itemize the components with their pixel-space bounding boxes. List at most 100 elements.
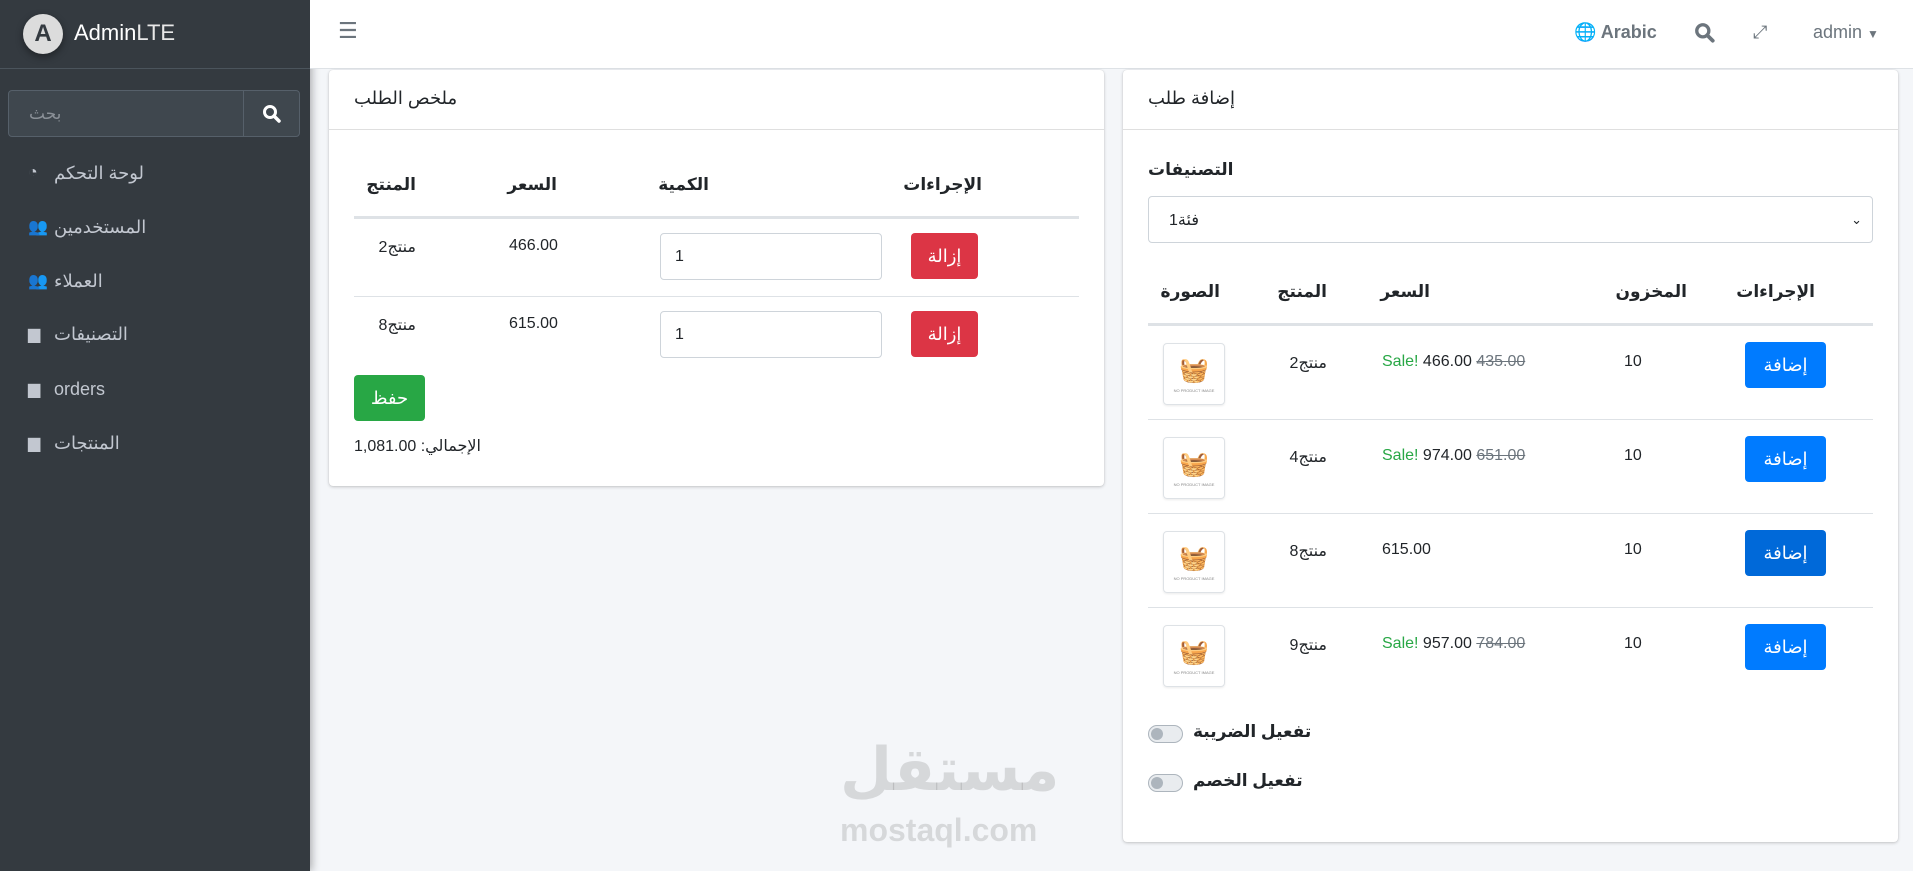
product-name: منتج2 xyxy=(378,239,416,256)
quantity-input[interactable]: 1 xyxy=(660,233,882,280)
quantity-input[interactable]: 1 xyxy=(660,311,882,358)
sidebar-item-orders[interactable]: ▆ orders xyxy=(8,367,302,411)
column-header: الإجراءات xyxy=(1736,282,1815,301)
column-header: السعر xyxy=(1380,282,1430,301)
add-product-button[interactable]: إضافة xyxy=(1745,342,1826,388)
product-image: 🧺 NO PRODUCT IMAGE xyxy=(1163,625,1225,687)
remove-button[interactable]: إزالة xyxy=(911,311,978,357)
language-dropdown[interactable]: 🌐 Arabic xyxy=(1574,22,1657,43)
basket-icon: 🧺 xyxy=(1179,544,1209,572)
users-icon: 👥 xyxy=(28,219,48,236)
stock: 10 xyxy=(1624,353,1642,370)
product-image: 🧺 NO PRODUCT IMAGE xyxy=(1163,437,1225,499)
card-header: ملخص الطلب xyxy=(329,70,1104,130)
sidebar-search xyxy=(8,90,300,137)
discount-toggle-label: تفعيل الخصم xyxy=(1193,771,1303,790)
stock: 10 xyxy=(1624,635,1642,652)
price-cell: Sale! 974.00 651.00 xyxy=(1382,447,1525,465)
sale-label: Sale! xyxy=(1382,447,1419,464)
expand-icon: ⤢ xyxy=(1753,22,1768,42)
sidebar-item-label: العملاء xyxy=(54,270,103,291)
table-row: 🧺 NO PRODUCT IMAGE منتج4 Sale! 974.00 651… xyxy=(1148,420,1873,513)
add-product-button[interactable]: إضافة xyxy=(1745,624,1826,670)
price: 615.00 xyxy=(1382,541,1431,558)
product-name: منتج9 xyxy=(1289,637,1327,654)
old-price: 435.00 xyxy=(1476,353,1526,370)
product-name: منتج2 xyxy=(1289,355,1327,372)
price: 615.00 xyxy=(509,315,558,332)
sidebar-item-categories[interactable]: ▆ التصنيفات xyxy=(8,312,302,356)
price-cell: Sale! 466.00 435.00 xyxy=(1382,353,1525,371)
remove-button[interactable]: إزالة xyxy=(911,233,978,279)
sidebar-item-label: المستخدمين xyxy=(54,216,147,237)
sidebar-item-label: لوحة التحكم xyxy=(54,162,145,183)
card-header: إضافة طلب xyxy=(1123,70,1898,130)
categories-label: التصنيفات xyxy=(1148,160,1234,179)
top-navbar: ☰ 🌐 Arabic ⤢ admin ▼ xyxy=(310,0,1913,69)
sale-label: Sale! xyxy=(1382,353,1419,370)
sidebar-item-dashboard[interactable]: ◔ لوحة التحكم xyxy=(8,151,302,195)
sale-label: Sale! xyxy=(1382,635,1419,652)
basket-icon: 🧺 xyxy=(1179,356,1209,384)
price-cell: Sale! 957.00 784.00 xyxy=(1382,635,1525,653)
add-product-button[interactable]: إضافة xyxy=(1745,436,1826,482)
product-image: 🧺 NO PRODUCT IMAGE xyxy=(1163,531,1225,593)
sidebar-search-input[interactable] xyxy=(9,91,245,136)
card-title: إضافة طلب xyxy=(1148,88,1235,108)
product-name: منتج4 xyxy=(1289,449,1327,466)
navbar-search-button[interactable] xyxy=(1694,22,1716,49)
category-select[interactable]: فئة1 ⌄ xyxy=(1148,196,1873,243)
tax-toggle-label: تفعيل الضريبة xyxy=(1193,722,1312,741)
basket-icon: 🧺 xyxy=(1179,450,1209,478)
sidebar-item-products[interactable]: ▆ المنتجات xyxy=(8,421,302,465)
price: 974.00 xyxy=(1422,447,1472,464)
old-price: 651.00 xyxy=(1476,447,1526,464)
card-title: ملخص الطلب xyxy=(354,88,458,108)
caret-down-icon: ▼ xyxy=(1867,27,1879,41)
column-header: السعر xyxy=(507,175,557,194)
sidebar: A AdminLTE ◔ لوحة التحكم 👥 المستخدمين 👥 الع… xyxy=(0,0,310,871)
add-order-card: إضافة طلب التصنيفات فئة1 ⌄ الصورة المنتج … xyxy=(1123,70,1898,842)
column-header: المنتج xyxy=(366,175,416,194)
discount-toggle[interactable] xyxy=(1148,774,1183,792)
brand-text: AdminLTE xyxy=(74,20,176,45)
column-header: المنتج xyxy=(1277,282,1327,301)
add-product-button[interactable]: إضافة xyxy=(1745,530,1826,576)
language-label: Arabic xyxy=(1600,22,1657,42)
table-row: 🧺 NO PRODUCT IMAGE منتج9 Sale! 957.00 784… xyxy=(1148,608,1873,701)
sidebar-item-label: التصنيفات xyxy=(54,323,128,344)
product-name: منتج8 xyxy=(378,317,416,334)
globe-icon: 🌐 xyxy=(1574,22,1597,42)
table-row: 🧺 NO PRODUCT IMAGE منتج8 615.00 10 إضافة xyxy=(1148,514,1873,607)
price: 466.00 xyxy=(1422,353,1472,370)
product-name: منتج8 xyxy=(1289,543,1327,560)
sidebar-item-users[interactable]: 👥 المستخدمين xyxy=(8,205,302,249)
no-image-caption: NO PRODUCT IMAGE xyxy=(1173,387,1215,393)
brand-logo: A xyxy=(23,14,63,54)
user-dropdown[interactable]: admin ▼ xyxy=(1813,22,1879,43)
price: 957.00 xyxy=(1422,635,1472,652)
save-button[interactable]: حفظ xyxy=(354,375,425,421)
no-image-caption: NO PRODUCT IMAGE xyxy=(1173,669,1215,675)
brand-link[interactable]: A AdminLTE xyxy=(0,0,310,69)
selected-category: فئة1 xyxy=(1169,211,1199,229)
sidebar-item-label: المنتجات xyxy=(54,432,120,453)
user-name: admin xyxy=(1813,22,1863,42)
fullscreen-button[interactable]: ⤢ xyxy=(1753,22,1767,43)
total-label: الإجمالي: xyxy=(420,438,481,455)
watermark-url: mostaql.com xyxy=(840,812,1038,848)
price-cell: 615.00 xyxy=(1382,541,1431,559)
product-image: 🧺 NO PRODUCT IMAGE xyxy=(1163,343,1225,405)
tax-toggle[interactable] xyxy=(1148,725,1183,743)
column-header: الصورة xyxy=(1160,282,1220,301)
column-header: الكمية xyxy=(658,175,709,194)
users-icon: 👥 xyxy=(28,273,48,290)
hamburger-menu-button[interactable]: ☰ xyxy=(338,18,358,44)
total-value: 1,081.00 xyxy=(354,438,417,455)
order-total: الإجمالي: 1,081.00 xyxy=(354,436,481,456)
sidebar-item-clients[interactable]: 👥 العملاء xyxy=(8,259,302,303)
sidebar-search-button[interactable] xyxy=(243,91,299,136)
chevron-down-icon: ⌄ xyxy=(1851,211,1862,227)
search-icon xyxy=(262,104,281,123)
table-row: منتج8 615.00 1 إزالة xyxy=(354,297,1079,375)
